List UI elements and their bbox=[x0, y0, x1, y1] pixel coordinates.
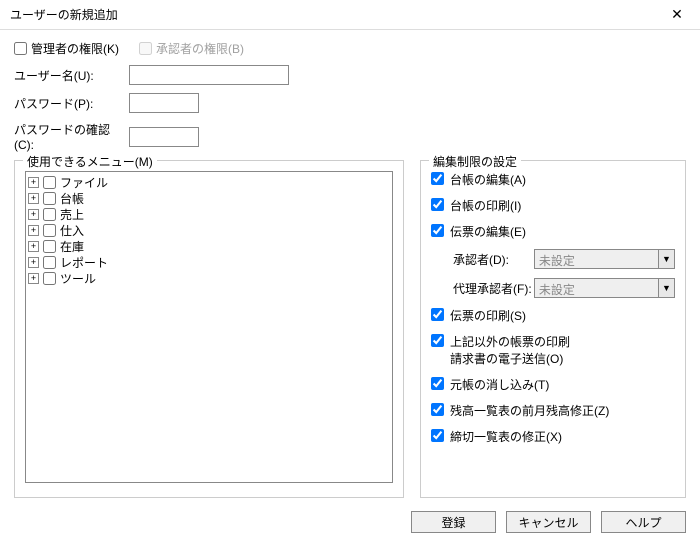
menu-tree[interactable]: + ファイル + 台帳 + 売上 + 仕入 + 在庫 + レポート + ツール bbox=[25, 171, 393, 483]
password-confirm-input[interactable] bbox=[129, 127, 199, 147]
approver-combo[interactable]: 未設定 ▼ bbox=[534, 249, 675, 269]
cutoff-fix-label: 締切一覧表の修正(X) bbox=[450, 428, 562, 445]
username-label: ユーザー名(U): bbox=[14, 67, 129, 84]
tree-item-checkbox[interactable] bbox=[43, 240, 56, 253]
chevron-down-icon[interactable]: ▼ bbox=[658, 279, 674, 297]
ledger-edit-label: 台帳の編集(A) bbox=[450, 171, 526, 188]
expand-icon[interactable]: + bbox=[28, 193, 39, 204]
expand-icon[interactable]: + bbox=[28, 273, 39, 284]
ledger-print-checkbox[interactable] bbox=[431, 198, 444, 211]
tree-item-checkbox[interactable] bbox=[43, 176, 56, 189]
expand-icon[interactable]: + bbox=[28, 209, 39, 220]
tree-item[interactable]: + 在庫 bbox=[28, 238, 390, 254]
tree-item[interactable]: + レポート bbox=[28, 254, 390, 270]
slip-print-checkbox[interactable] bbox=[431, 308, 444, 321]
tree-item-label: 在庫 bbox=[60, 238, 84, 255]
ledger-edit-checkbox[interactable] bbox=[431, 172, 444, 185]
password-confirm-label: パスワードの確認(C): bbox=[14, 121, 129, 152]
approver-privilege-checkbox: 承認者の権限(B) bbox=[139, 40, 244, 57]
tree-item[interactable]: + 仕入 bbox=[28, 222, 390, 238]
tree-item-label: ファイル bbox=[60, 174, 108, 191]
username-input[interactable] bbox=[129, 65, 289, 85]
expand-icon[interactable]: + bbox=[28, 241, 39, 252]
tree-item-checkbox[interactable] bbox=[43, 256, 56, 269]
admin-privilege-checkbox[interactable]: 管理者の権限(K) bbox=[14, 40, 119, 57]
slip-edit-label: 伝票の編集(E) bbox=[450, 223, 526, 240]
tree-item-label: 売上 bbox=[60, 206, 84, 223]
close-icon[interactable]: ✕ bbox=[662, 5, 692, 25]
balance-fix-label: 残高一覧表の前月残高修正(Z) bbox=[450, 402, 609, 419]
other-print-checkbox[interactable] bbox=[431, 334, 444, 347]
available-menus-group: 使用できるメニュー(M) +ファイル+台帳+売上+仕入+在庫+レポート+ツール bbox=[14, 160, 404, 498]
offset-label: 元帳の消し込み(T) bbox=[450, 376, 549, 393]
tree-item-checkbox[interactable] bbox=[43, 224, 56, 237]
edit-restrictions-legend: 編集制限の設定 bbox=[429, 153, 521, 170]
slip-print-label: 伝票の印刷(S) bbox=[450, 307, 526, 324]
expand-icon[interactable]: + bbox=[28, 257, 39, 268]
proxy-approver-combo-label: 代理承認者(F): bbox=[453, 280, 534, 297]
tree-item-label: レポート bbox=[60, 254, 108, 271]
window-title: ユーザーの新規追加 bbox=[10, 6, 118, 23]
expand-icon[interactable]: + bbox=[28, 225, 39, 236]
tree-item-label: ツール bbox=[60, 270, 96, 287]
cutoff-fix-checkbox[interactable] bbox=[431, 429, 444, 442]
approver-combo-value: 未設定 bbox=[535, 250, 658, 268]
approver-privilege-label: 承認者の権限(B) bbox=[156, 40, 244, 57]
help-button[interactable]: ヘルプ bbox=[601, 511, 686, 533]
slip-edit-checkbox[interactable] bbox=[431, 224, 444, 237]
other-print-label: 上記以外の帳票の印刷 請求書の電子送信(O) bbox=[450, 333, 570, 367]
tree-item-label: 台帳 bbox=[60, 190, 84, 207]
available-menus-legend: 使用できるメニュー(M) bbox=[23, 153, 157, 170]
admin-privilege-label: 管理者の権限(K) bbox=[31, 40, 119, 57]
button-bar: 登録 キャンセル ヘルプ bbox=[411, 511, 686, 533]
tree-item[interactable]: + 台帳 bbox=[28, 190, 390, 206]
tree-item-label: 仕入 bbox=[60, 222, 84, 239]
proxy-approver-combo[interactable]: 未設定 ▼ bbox=[534, 278, 675, 298]
cancel-button[interactable]: キャンセル bbox=[506, 511, 591, 533]
password-label: パスワード(P): bbox=[14, 95, 129, 112]
expand-icon[interactable]: + bbox=[28, 177, 39, 188]
ledger-print-label: 台帳の印刷(I) bbox=[450, 197, 521, 214]
balance-fix-checkbox[interactable] bbox=[431, 403, 444, 416]
approver-combo-label: 承認者(D): bbox=[453, 251, 534, 268]
approver-privilege-input bbox=[139, 42, 152, 55]
title-bar: ユーザーの新規追加 ✕ bbox=[0, 0, 700, 30]
tree-item[interactable]: + 売上 bbox=[28, 206, 390, 222]
chevron-down-icon[interactable]: ▼ bbox=[658, 250, 674, 268]
offset-checkbox[interactable] bbox=[431, 377, 444, 390]
password-input[interactable] bbox=[129, 93, 199, 113]
content-area: 管理者の権限(K) 承認者の権限(B) ユーザー名(U): パスワード(P): … bbox=[0, 30, 700, 504]
edit-restrictions-group: 編集制限の設定 台帳の編集(A) 台帳の印刷(I) 伝票の編集(E) 承認者(D… bbox=[420, 160, 686, 498]
admin-privilege-input[interactable] bbox=[14, 42, 27, 55]
tree-item[interactable]: + ファイル bbox=[28, 174, 390, 190]
tree-item-checkbox[interactable] bbox=[43, 272, 56, 285]
tree-item[interactable]: + ツール bbox=[28, 270, 390, 286]
tree-item-checkbox[interactable] bbox=[43, 208, 56, 221]
proxy-approver-combo-value: 未設定 bbox=[535, 279, 658, 297]
register-button[interactable]: 登録 bbox=[411, 511, 496, 533]
tree-item-checkbox[interactable] bbox=[43, 192, 56, 205]
